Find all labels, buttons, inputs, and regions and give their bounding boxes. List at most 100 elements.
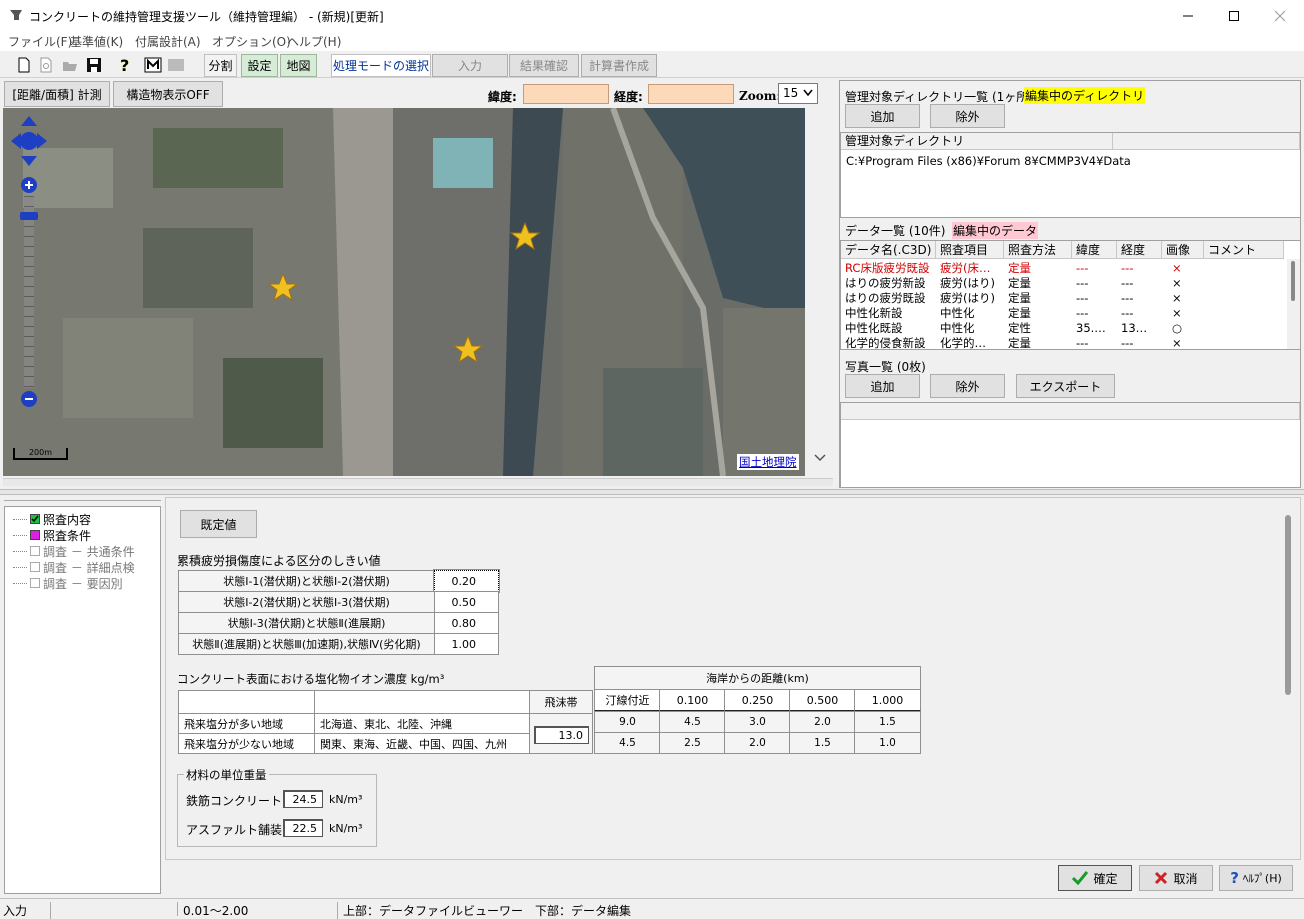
table-row[interactable]: はりの疲労既設 疲労(はり) 定量 --- --- × <box>845 291 1285 306</box>
col-header-comment[interactable]: コメント <box>1204 241 1284 259</box>
menu-option[interactable]: オプション(O) <box>212 33 291 50</box>
dirs-remove-button[interactable]: 除外 <box>930 104 1005 128</box>
split-button[interactable]: 分割 <box>204 54 237 77</box>
fatigue-value-input[interactable]: 0.80 <box>434 612 499 634</box>
default-values-button[interactable]: 既定値 <box>180 510 257 538</box>
tree-item-label: 照査内容 <box>43 513 92 527</box>
region-label-many: 飛来塩分が多い地域 <box>178 713 315 734</box>
checkbox-empty-icon[interactable] <box>30 546 40 556</box>
structure-toggle-button[interactable]: 構造物表示OFF <box>113 81 223 107</box>
unit-input-asphalt[interactable]: 22.5 <box>283 819 323 837</box>
save-icon[interactable] <box>86 57 102 73</box>
dirs-col-header-2 <box>1113 133 1300 150</box>
unit-rc-unit: kN/m³ <box>329 793 363 806</box>
open-folder-icon[interactable] <box>62 57 78 73</box>
cross-icon <box>1155 871 1168 885</box>
photos-list[interactable] <box>840 402 1301 488</box>
tree-line <box>13 567 27 568</box>
col-header-image[interactable]: 画像 <box>1162 241 1204 259</box>
help-question-icon[interactable]: ? <box>120 56 136 75</box>
scroll-down-icon[interactable] <box>814 453 826 463</box>
distance-cell: 1.5 <box>789 732 856 754</box>
map-button[interactable]: 地図 <box>280 54 317 77</box>
mode-select-button[interactable]: 処理モードの選択 <box>331 54 431 77</box>
table-cell: × <box>1172 306 1182 320</box>
checkbox-empty-icon[interactable] <box>30 562 40 572</box>
dirs-col-header[interactable]: 管理対象ディレクトリ <box>841 133 1113 150</box>
checkbox-empty-icon[interactable] <box>30 578 40 588</box>
photos-add-button[interactable]: 追加 <box>845 374 920 398</box>
region-areas-many: 北海道、東北、北陸、沖縄 <box>314 713 530 734</box>
pan-arrows-icon[interactable] <box>11 116 47 166</box>
dirs-list[interactable]: 管理対象ディレクトリ C:¥Program Files (x86)¥Forum … <box>840 132 1301 218</box>
table-row[interactable]: はりの疲労新設 疲労(はり) 定量 --- --- × <box>845 276 1285 291</box>
cancel-button[interactable]: 取消 <box>1139 865 1213 891</box>
help-button[interactable]: ? ﾍﾙﾌﾟ(H) <box>1219 865 1293 891</box>
checkbox-checked-icon[interactable] <box>30 514 40 524</box>
table-row[interactable]: 中性化新設 中性化 定量 --- --- × <box>845 306 1285 321</box>
result-button[interactable]: 結果確認 <box>509 54 579 77</box>
menu-attached[interactable]: 付属設計(A) <box>135 33 201 50</box>
col-header-lat[interactable]: 緯度 <box>1072 241 1117 259</box>
menu-standard[interactable]: 基準値(K) <box>70 33 123 50</box>
distance-cell: 4.5 <box>659 711 726 733</box>
check-icon <box>1072 871 1089 885</box>
col-header-lon[interactable]: 経度 <box>1117 241 1162 259</box>
datalist-scrollbar[interactable] <box>1287 259 1300 349</box>
photos-col-header <box>841 403 1300 420</box>
table-row[interactable]: RC床版疲労既設 疲労(床… 定量 --- --- × <box>845 261 1285 276</box>
measure-button[interactable]: [距離/面積] 計測 <box>4 81 110 107</box>
dirs-title: 管理対象ディレクトリ一覧 (1ヶ所) <box>845 90 1033 104</box>
zoom-select[interactable]: 15 <box>778 83 818 104</box>
menu-file[interactable]: ファイル(F) <box>8 33 72 50</box>
navigation-tree[interactable]: 照査内容 照査条件 調査 － 共通条件 調査 － 詳細点検 調査 － 要因別 <box>4 506 161 894</box>
table-row[interactable]: 中性化既設 中性化 定性 35.… 13… ○ <box>845 321 1285 336</box>
form-scrollbar[interactable] <box>1285 515 1291 695</box>
distance-cell: 2.0 <box>724 732 791 754</box>
unit-input-rc[interactable]: 24.5 <box>283 790 323 808</box>
table-row[interactable]: 化学的侵食新設 化学的… 定量 --- --- × <box>845 336 1285 349</box>
table-cell: 定量 <box>1008 276 1031 290</box>
photos-remove-button[interactable]: 除外 <box>930 374 1005 398</box>
zoom-slider-thumb-icon[interactable] <box>20 212 38 220</box>
blank-icon[interactable] <box>168 59 184 71</box>
zoom-out-icon[interactable] <box>20 390 38 408</box>
datalist-table[interactable]: データ名(.C3D) 照査項目 照査方法 緯度 経度 画像 コメント RC床版疲… <box>840 240 1301 350</box>
ok-button[interactable]: 確定 <box>1058 865 1132 891</box>
fatigue-value-input[interactable]: 0.50 <box>434 591 499 613</box>
dirs-add-button[interactable]: 追加 <box>845 104 920 128</box>
close-icon[interactable] <box>1272 8 1288 24</box>
distance-col-header: 0.500 <box>789 689 856 712</box>
horizontal-splitter[interactable] <box>0 489 1304 495</box>
report-button[interactable]: 計算書作成 <box>581 54 657 77</box>
col-header-method[interactable]: 照査方法 <box>1004 241 1072 259</box>
manual-icon[interactable] <box>144 57 162 73</box>
new-file-icon[interactable] <box>16 57 32 73</box>
table-cell: --- <box>1121 276 1134 290</box>
col-header-name[interactable]: データ名(.C3D) <box>841 241 936 259</box>
preview-icon[interactable] <box>38 57 54 73</box>
zoom-slider-track[interactable] <box>24 196 34 388</box>
chevron-down-icon <box>803 89 813 97</box>
map-scrollbar[interactable] <box>807 108 833 476</box>
fatigue-value-input[interactable]: 0.20 <box>433 569 500 593</box>
table-cell: --- <box>1076 276 1089 290</box>
fatigue-value-input[interactable]: 1.00 <box>434 633 499 655</box>
menu-help[interactable]: ヘルプ(H) <box>287 33 341 50</box>
chloride-title: コンクリート表面における塩化物イオン濃度 kg/m³ <box>177 672 445 686</box>
magenta-box-icon[interactable] <box>30 530 40 540</box>
map-view[interactable]: 200m 国土地理院 <box>3 108 805 476</box>
minimize-icon[interactable] <box>1180 8 1196 24</box>
maximize-icon[interactable] <box>1226 8 1242 24</box>
input-button[interactable]: 入力 <box>432 54 508 77</box>
longitude-input[interactable] <box>648 84 734 104</box>
region-areas-few: 関東、東海、近畿、中国、四国、九州 <box>314 733 530 754</box>
map-credit-link[interactable]: 国土地理院 <box>737 454 799 470</box>
col-header-item[interactable]: 照査項目 <box>936 241 1004 259</box>
splash-input[interactable]: 13.0 <box>534 726 589 744</box>
photos-export-button[interactable]: エクスポート <box>1016 374 1115 398</box>
settings-button[interactable]: 設定 <box>241 54 278 77</box>
dirs-path-item[interactable]: C:¥Program Files (x86)¥Forum 8¥CMMP3V4¥D… <box>846 154 1131 168</box>
latitude-input[interactable] <box>523 84 609 104</box>
zoom-in-icon[interactable] <box>20 176 38 194</box>
